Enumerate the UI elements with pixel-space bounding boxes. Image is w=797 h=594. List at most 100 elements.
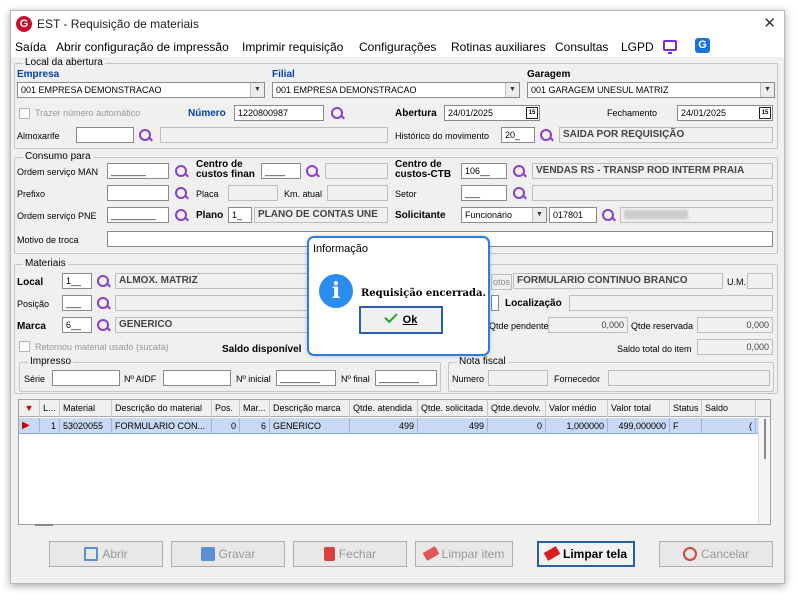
cancelar-button[interactable]: Cancelar <box>659 541 773 567</box>
limpar-tela-button[interactable]: Limpar tela <box>537 541 635 567</box>
menu-consultas[interactable]: Consultas <box>555 40 608 54</box>
inicial-input[interactable]: ________ <box>276 370 336 386</box>
col-header[interactable]: Pos. <box>212 400 240 417</box>
marca-code-input[interactable]: 6__ <box>62 317 92 333</box>
cell[interactable]: 499 <box>350 418 418 434</box>
search-icon[interactable] <box>97 319 111 333</box>
cell[interactable]: GENERICO <box>270 418 350 434</box>
search-icon[interactable] <box>540 129 554 143</box>
col-header[interactable]: Material <box>60 400 112 417</box>
solicitante-code-input[interactable]: 017801 <box>549 207 597 223</box>
os-man-input[interactable]: _______ <box>107 163 169 179</box>
monitor-icon[interactable] <box>663 40 677 54</box>
col-header[interactable]: Descrição marca <box>270 400 350 417</box>
serie-input[interactable] <box>52 370 120 386</box>
fechamento-date[interactable]: 24/01/2025 15 <box>677 105 773 121</box>
cell[interactable]: 0 <box>212 418 240 434</box>
cell[interactable]: 1 <box>40 418 60 434</box>
horizontal-scrollbar-thumb[interactable] <box>35 524 53 526</box>
redacted-name <box>624 210 688 219</box>
aidf-input[interactable] <box>163 370 231 386</box>
cc-ctb-input[interactable]: 106__ <box>461 163 507 179</box>
search-icon[interactable] <box>175 187 189 201</box>
filial-select[interactable]: 001 EMPRESA DEMONSTRACAO ▼ <box>272 82 520 98</box>
app-g-icon[interactable]: G <box>695 38 710 53</box>
vertical-scrollbar[interactable] <box>758 417 770 524</box>
menu-imprimir[interactable]: Imprimir requisição <box>242 40 343 54</box>
table-row[interactable]: ▶ 1 53020055 FORMULARIO CON... 0 6 GENER… <box>19 418 770 434</box>
solicitante-type-select[interactable]: Funcionário ▼ <box>461 207 547 223</box>
search-icon[interactable] <box>602 209 616 223</box>
cell[interactable]: FORMULARIO CON... <box>112 418 212 434</box>
fechamento-value: 24/01/2025 <box>681 108 727 118</box>
chevron-down-icon: ▼ <box>505 83 519 97</box>
search-icon[interactable] <box>97 297 111 311</box>
col-header[interactable]: Status <box>670 400 702 417</box>
close-icon[interactable]: ✕ <box>763 14 776 32</box>
limpar-item-button[interactable]: Limpar item <box>415 541 513 567</box>
saldo-disponivel-label: Saldo disponível <box>222 344 302 355</box>
menu-rotinas[interactable]: Rotinas auxiliares <box>451 40 546 54</box>
scrollbar-thumb[interactable] <box>764 419 766 459</box>
col-header[interactable]: Qtde. solicitada <box>418 400 488 417</box>
cell[interactable]: 1,000000 <box>546 418 608 434</box>
cell[interactable]: F <box>670 418 702 434</box>
col-header[interactable]: Mar... <box>240 400 270 417</box>
almoxarife-input[interactable] <box>76 127 134 143</box>
calendar-icon[interactable]: 15 <box>759 107 771 119</box>
prefixo-input[interactable] <box>107 185 169 201</box>
col-header[interactable]: Valor total <box>608 400 670 417</box>
col-header[interactable]: Saldo <box>702 400 756 417</box>
empresa-select[interactable]: 001 EMPRESA DEMONSTRACAO ▼ <box>17 82 265 98</box>
col-header[interactable]: Qtde. atendida <box>350 400 418 417</box>
search-icon[interactable] <box>175 165 189 179</box>
posicao-input[interactable]: ___ <box>62 295 92 311</box>
numero-label: Número <box>188 108 226 119</box>
cell[interactable]: 0 <box>488 418 546 434</box>
col-header[interactable]: Valor médio <box>546 400 608 417</box>
search-icon[interactable] <box>175 209 189 223</box>
search-icon[interactable] <box>139 129 153 143</box>
search-icon[interactable] <box>513 165 527 179</box>
items-table[interactable]: ▼ L... Material Descrição do material Po… <box>18 399 771 526</box>
search-icon[interactable] <box>306 165 320 179</box>
setor-input[interactable]: ___ <box>461 185 507 201</box>
menu-configuracoes[interactable]: Configurações <box>359 40 436 54</box>
limpar-tela-button-label: Limpar tela <box>562 547 628 561</box>
retornou-checkbox[interactable] <box>19 341 30 352</box>
calendar-icon[interactable]: 15 <box>526 107 538 119</box>
os-pne-input[interactable]: _________ <box>107 207 169 223</box>
final-input[interactable]: ________ <box>375 370 437 386</box>
menu-lgpd[interactable]: LGPD <box>621 40 654 54</box>
col-header[interactable]: L... <box>40 400 60 417</box>
cc-fin-input[interactable]: ____ <box>261 163 301 179</box>
ok-button[interactable]: Ok <box>359 306 443 334</box>
fotos-button[interactable]: otos <box>491 274 512 290</box>
abertura-date[interactable]: 24/01/2025 15 <box>444 105 540 121</box>
menu-saida[interactable]: Saída <box>15 40 46 54</box>
gravar-button[interactable]: Gravar <box>171 541 285 567</box>
chevron-down-icon: ▼ <box>532 208 546 222</box>
menu-abrir-config[interactable]: Abrir configuração de impressão <box>56 40 229 54</box>
search-icon[interactable] <box>97 275 111 289</box>
almoxarife-label: Almoxarife <box>17 131 60 141</box>
sort-indicator-icon[interactable]: ▼ <box>19 400 40 417</box>
local-code-input[interactable]: 1__ <box>62 273 92 289</box>
search-icon[interactable] <box>513 187 527 201</box>
trazer-numero-checkbox[interactable] <box>19 108 30 119</box>
plano-code-input[interactable]: 1_ <box>228 207 252 223</box>
historico-code-input[interactable]: 20_ <box>501 127 535 143</box>
cell[interactable]: ( <box>702 418 756 434</box>
col-header[interactable]: Qtde.devolv. <box>488 400 546 417</box>
numero-input[interactable]: 1220800987 <box>234 105 324 121</box>
abrir-button[interactable]: Abrir <box>49 541 163 567</box>
cell[interactable]: 53020055 <box>60 418 112 434</box>
col-header[interactable]: Descrição do material <box>112 400 212 417</box>
search-icon[interactable] <box>331 107 345 121</box>
cell[interactable]: 6 <box>240 418 270 434</box>
cell[interactable]: 499 <box>418 418 488 434</box>
garagem-select[interactable]: 001 GARAGEM UNESUL MATRIZ ▼ <box>527 82 775 98</box>
fechar-button[interactable]: Fechar <box>293 541 407 567</box>
cell[interactable]: 499,000000 <box>608 418 670 434</box>
cc-fin-label: Centro de custos finan <box>196 159 255 180</box>
